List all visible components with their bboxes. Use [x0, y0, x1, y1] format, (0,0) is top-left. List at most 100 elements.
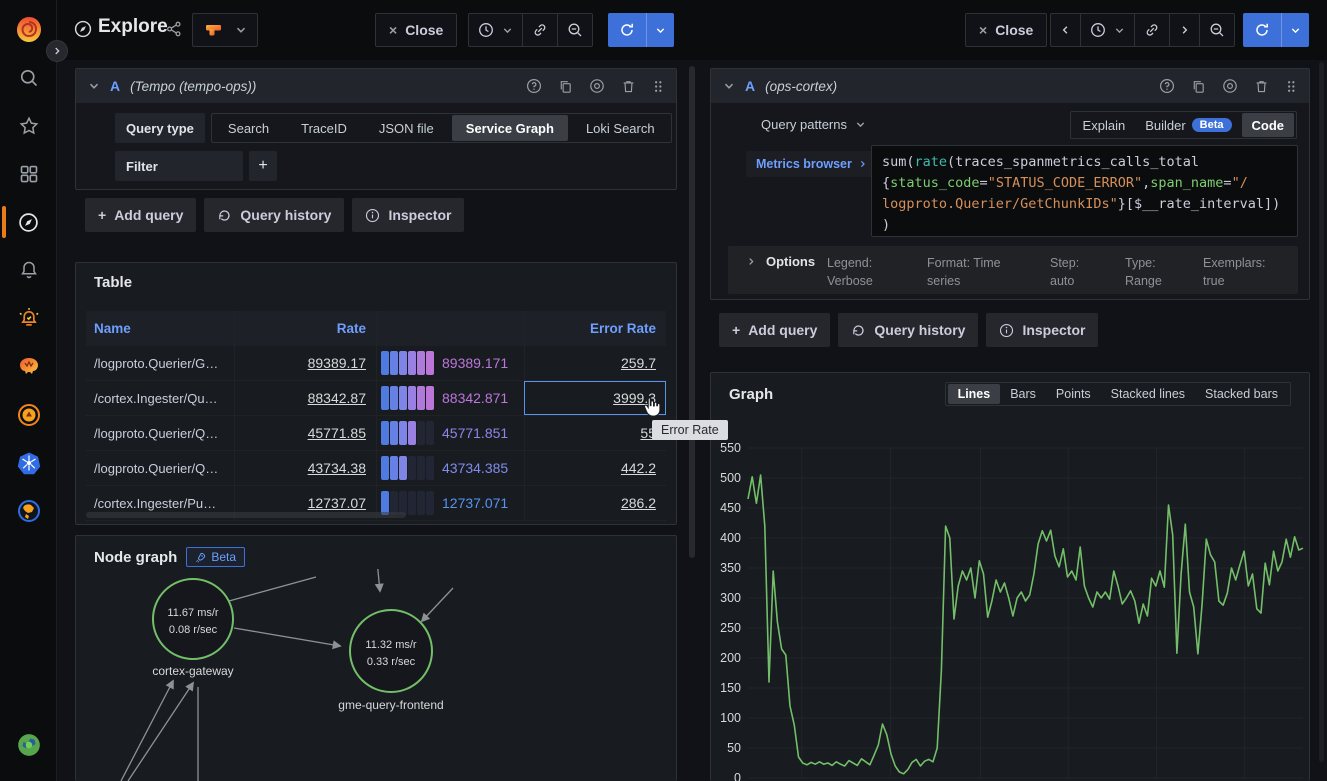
cell-name[interactable]: /cortex.Ingester/Pu… [86, 496, 234, 511]
node-cortex-gateway[interactable] [153, 579, 233, 659]
run-query-button[interactable] [608, 13, 674, 47]
cell-rate[interactable]: 88342.87 [234, 381, 376, 415]
query-type-tab[interactable]: JSON file [365, 115, 448, 141]
help-icon[interactable] [1159, 78, 1175, 94]
collapse-chevron-icon[interactable] [88, 80, 100, 92]
table-horizontal-scrollbar[interactable] [86, 512, 406, 518]
col-header-rate[interactable]: Rate [234, 311, 376, 346]
cell-rate[interactable]: 43734.38 [234, 451, 376, 485]
kubernetes-icon[interactable] [0, 443, 57, 483]
close-right-pane-button[interactable]: × Close [965, 13, 1047, 47]
table-panel: Table NameRateError Rate/logproto.Querie… [75, 262, 677, 525]
query-type-tab[interactable]: TraceID [287, 115, 361, 141]
builder-beta-pill: Beta [1192, 118, 1232, 132]
disable-query-eye-icon[interactable] [589, 78, 605, 94]
cell-error-rate[interactable]: 442.2 [524, 451, 666, 485]
dashboards-icon[interactable] [0, 154, 57, 194]
disable-query-eye-icon[interactable] [1222, 78, 1238, 94]
add-query-button[interactable]: + Add query [719, 313, 830, 347]
query-type-tab[interactable]: Search [214, 115, 283, 141]
cell-error-rate[interactable]: 55 [524, 416, 666, 450]
add-query-button[interactable]: + Add query [85, 198, 196, 232]
time-back-button[interactable] [1051, 14, 1080, 46]
query-patterns-dropdown[interactable]: Query patterns [761, 117, 866, 132]
duplicate-query-icon[interactable] [558, 79, 573, 94]
machine-learning-icon[interactable] [0, 346, 57, 386]
cell-name[interactable]: /cortex.Ingester/Qu… [86, 391, 234, 406]
filter-field[interactable]: Filter [115, 151, 243, 181]
synthetics-icon[interactable] [0, 725, 57, 765]
left-pane-scrollbar[interactable] [689, 66, 695, 558]
inspector-button[interactable]: Inspector [352, 198, 464, 232]
add-filter-button[interactable]: + [249, 151, 277, 181]
window-scrollbar[interactable] [1319, 62, 1324, 762]
incident-icon[interactable] [0, 395, 57, 435]
y-axis-tick: 300 [720, 591, 741, 605]
delete-query-trash-icon[interactable] [621, 79, 636, 94]
promql-code-editor[interactable]: sum(rate(traces_spanmetrics_calls_total{… [871, 145, 1298, 237]
graph-style-tab[interactable]: Lines [948, 384, 1001, 404]
datasource-picker[interactable] [192, 13, 258, 47]
explore-icon[interactable] [0, 202, 57, 242]
share-icon[interactable] [166, 21, 182, 37]
query-history-button[interactable]: Query history [204, 198, 344, 232]
alerts-app-icon[interactable] [0, 298, 57, 338]
beta-badge: Beta [186, 547, 245, 567]
starred-icon[interactable] [0, 106, 57, 146]
editor-mode-tab[interactable]: Code [1242, 113, 1295, 137]
drag-handle-icon[interactable] [1285, 79, 1297, 94]
page-title: Explore [98, 16, 168, 38]
web-monitoring-globe-icon[interactable] [0, 491, 57, 531]
cell-error-rate[interactable]: 259.7 [524, 346, 666, 380]
col-header-error-rate[interactable]: Error Rate [524, 311, 666, 346]
expand-sidebar-button[interactable] [46, 40, 68, 62]
search-icon[interactable] [0, 58, 57, 98]
time-picker-button[interactable] [1080, 14, 1134, 46]
query-type-tab[interactable]: Loki Search [572, 115, 669, 141]
drag-handle-icon[interactable] [652, 79, 664, 94]
close-left-pane-button[interactable]: × Close [375, 13, 457, 47]
query-row-header[interactable]: A (Tempo (tempo-ops)) [76, 69, 676, 103]
cell-name[interactable]: /logproto.Querier/G… [86, 356, 234, 371]
link-split-button[interactable] [1134, 14, 1169, 46]
col-header-gauge [376, 311, 524, 346]
cell-rate[interactable]: 45771.85 [234, 416, 376, 450]
query-ref-id: A [110, 78, 120, 94]
graph-style-tab[interactable]: Bars [1000, 384, 1046, 404]
graph-style-tab[interactable]: Stacked bars [1195, 384, 1288, 404]
help-icon[interactable] [526, 78, 542, 94]
options-toggle[interactable]: Options [728, 254, 827, 269]
inspector-button[interactable]: Inspector [986, 313, 1098, 347]
query-row-header[interactable]: A (ops-cortex) [711, 69, 1309, 103]
run-query-button[interactable] [1243, 13, 1309, 47]
graph-style-tab[interactable]: Stacked lines [1101, 384, 1195, 404]
plus-icon: + [98, 207, 106, 223]
cell-name[interactable]: /logproto.Querier/Q… [86, 426, 234, 441]
cell-error-rate[interactable]: 286.2 [524, 486, 666, 520]
delete-query-trash-icon[interactable] [1254, 79, 1269, 94]
cell-rate-gauge: 89389.171 [376, 346, 524, 380]
node-graph-canvas[interactable]: 11.67 ms/r 0.08 r/sec cortex-gateway 11.… [76, 569, 676, 781]
editor-mode-tab[interactable]: Explain [1073, 113, 1136, 137]
refresh-interval-dropdown[interactable] [1281, 13, 1309, 47]
datasource-name: (Tempo (tempo-ops)) [130, 79, 256, 94]
time-picker-button[interactable] [469, 14, 522, 46]
zoom-out-button[interactable] [1199, 14, 1234, 46]
collapse-chevron-icon[interactable] [723, 80, 735, 92]
col-header-name[interactable]: Name [86, 321, 234, 336]
cell-name[interactable]: /logproto.Querier/Q… [86, 461, 234, 476]
graph-style-tab[interactable]: Points [1046, 384, 1101, 404]
time-forward-button[interactable] [1169, 14, 1199, 46]
node-gme-query-frontend[interactable] [350, 610, 432, 692]
alerting-bell-icon[interactable] [0, 250, 57, 290]
cell-rate[interactable]: 89389.17 [234, 346, 376, 380]
metrics-browser-button[interactable]: Metrics browser [746, 151, 877, 177]
query-type-tab[interactable]: Service Graph [452, 115, 568, 141]
link-split-button[interactable] [522, 14, 557, 46]
duplicate-query-icon[interactable] [1191, 79, 1206, 94]
editor-mode-tab[interactable]: BuilderBeta [1135, 113, 1241, 137]
zoom-out-button[interactable] [557, 14, 592, 46]
refresh-interval-dropdown[interactable] [646, 13, 674, 47]
time-series-chart[interactable]: 050100150200250300350400450500550 [711, 416, 1309, 781]
query-history-button[interactable]: Query history [838, 313, 978, 347]
